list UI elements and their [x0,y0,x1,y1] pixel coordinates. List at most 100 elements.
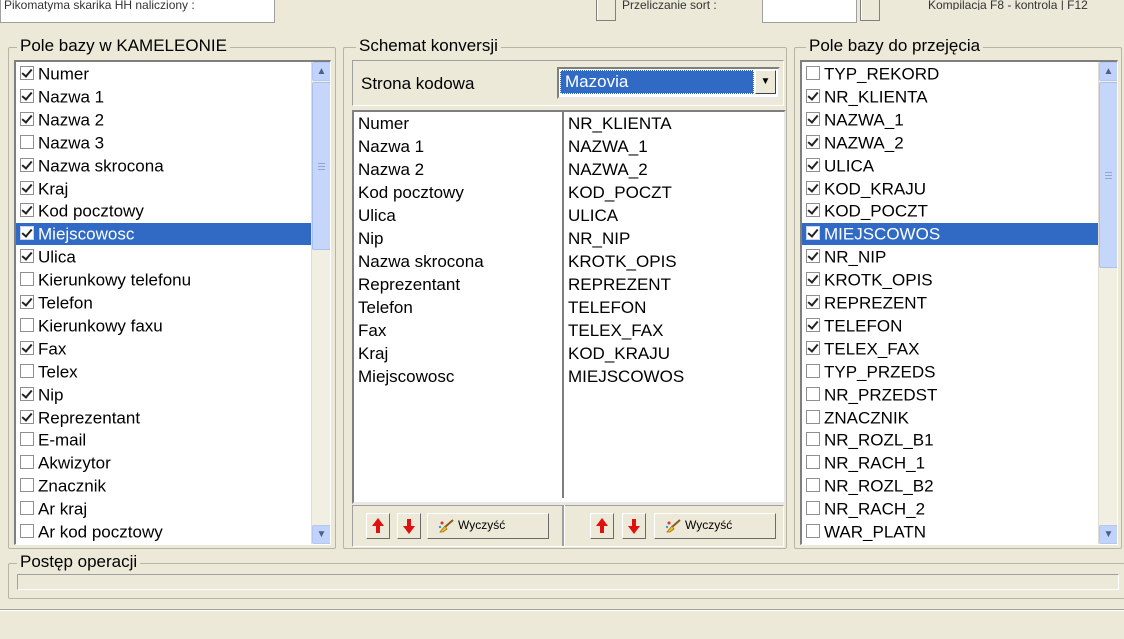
checkbox[interactable] [20,524,34,539]
checkbox[interactable] [806,478,820,493]
checkbox[interactable] [20,317,34,332]
mapping-field[interactable]: KOD_KRAJU [568,342,784,365]
list-item[interactable]: KOD_POCZT [802,200,1099,222]
kameleon-fields-list[interactable]: Numer Nazwa 1 Nazwa 2 Nazwa 3 Nazwa skrocona… [14,60,331,545]
mapping-field[interactable]: Kod pocztowy [358,181,564,204]
list-item[interactable]: ZNACZNIK [802,407,1099,429]
checkbox[interactable] [806,501,820,516]
source-clear-button[interactable]: Wyczyść [427,513,549,539]
list-item[interactable]: Akwizytor [16,452,312,474]
checkbox[interactable] [806,88,820,103]
list-item[interactable]: REPREZENT [802,292,1099,314]
checkbox[interactable] [806,432,820,447]
list-item[interactable]: ULICA [802,155,1099,177]
list-item[interactable]: TELEX_FAX [802,338,1099,360]
mapping-field[interactable]: Kraj [358,342,564,365]
list-item[interactable]: KROTK_OPIS [802,269,1099,291]
scroll-down-icon[interactable]: ▼ [312,525,330,544]
checkbox[interactable] [20,455,34,470]
list-item[interactable]: TYP_REKORD [802,63,1099,85]
checkbox[interactable] [806,180,820,195]
checkbox[interactable] [806,111,820,126]
mapping-field[interactable]: KROTK_OPIS [568,250,784,273]
list-item[interactable]: NR_RACH_1 [802,452,1099,474]
checkbox[interactable] [20,501,34,516]
list-item[interactable]: Fax [16,338,312,360]
checkbox[interactable] [20,66,34,81]
mapping-field[interactable]: NAZWA_2 [568,158,784,181]
scroll-thumb[interactable] [1099,82,1117,268]
mapping-field[interactable]: Nazwa 2 [358,158,564,181]
mapping-field[interactable]: Numer [358,112,564,135]
list-item[interactable]: NR_ROZL_B1 [802,429,1099,451]
checkbox[interactable] [20,88,34,103]
top-field-2[interactable] [762,0,857,23]
checkbox[interactable] [806,157,820,172]
mapping-field[interactable]: TELEFON [568,296,784,319]
source-move-up-button[interactable] [366,513,390,539]
list-item[interactable]: MIEJSCOWOS [802,223,1099,246]
checkbox[interactable] [806,295,820,310]
mapping-field[interactable]: KOD_POCZT [568,181,784,204]
checkbox[interactable] [20,203,34,218]
scroll-down-icon[interactable]: ▼ [1099,525,1117,544]
target-move-down-button[interactable] [622,513,646,539]
checkbox[interactable] [806,409,820,424]
list-item[interactable]: TELEFON [802,315,1099,337]
mapping-field[interactable]: Reprezentant [358,273,564,296]
checkbox[interactable] [806,249,820,264]
checkbox[interactable] [806,363,820,378]
scroll-up-icon[interactable]: ▲ [312,62,330,81]
codepage-combo[interactable]: Mazovia ▼ [557,67,780,99]
import-fields-list[interactable]: TYP_REKORD NR_KLIENTA NAZWA_1 NAZWA_2 ULICA K… [800,60,1118,545]
mapping-field[interactable]: Telefon [358,296,564,319]
checkbox[interactable] [20,340,34,355]
mapping-field[interactable]: TELEX_FAX [568,319,784,342]
scroll-up-icon[interactable]: ▲ [1099,62,1117,81]
target-clear-button[interactable]: Wyczyść [654,513,776,539]
checkbox[interactable] [20,180,34,195]
list-item[interactable]: Ar kraj [16,498,312,520]
list-item[interactable]: Nazwa 3 [16,132,312,154]
list-item[interactable]: Znacznik [16,475,312,497]
list-item[interactable]: NAZWA_1 [802,109,1099,131]
checkbox[interactable] [20,249,34,264]
mapping-field[interactable]: MIEJSCOWOS [568,365,784,388]
list-item[interactable]: E-mail [16,429,312,451]
list-item[interactable]: NR_ROZL_B2 [802,475,1099,497]
list-item[interactable]: Kierunkowy telefonu [16,269,312,291]
list-item[interactable]: NR_KLIENTA [802,86,1099,108]
mapping-field[interactable]: NR_NIP [568,227,784,250]
mapping-field[interactable]: Nazwa 1 [358,135,564,158]
checkbox[interactable] [20,363,34,378]
checkbox[interactable] [20,157,34,172]
target-move-up-button[interactable] [590,513,614,539]
list-item[interactable]: NR_NIP [802,246,1099,268]
list-item[interactable]: Kod pocztowy [16,200,312,222]
list-item[interactable]: Nazwa 2 [16,109,312,131]
vertical-scrollbar[interactable]: ▲ ▼ [1098,62,1117,544]
mapping-field[interactable]: NAZWA_1 [568,135,784,158]
checkbox[interactable] [806,340,820,355]
top-button-1[interactable] [596,0,616,21]
checkbox[interactable] [20,272,34,287]
top-button-2[interactable] [860,0,880,21]
checkbox[interactable] [20,111,34,126]
checkbox[interactable] [806,524,820,539]
list-item[interactable]: Reprezentant [16,407,312,429]
list-item[interactable]: Nazwa skrocona [16,155,312,177]
checkbox[interactable] [806,455,820,470]
checkbox[interactable] [20,226,34,241]
list-item[interactable]: Miejscowosc [16,223,312,246]
chevron-down-icon[interactable]: ▼ [755,70,776,94]
checkbox[interactable] [20,295,34,310]
list-item[interactable]: TYP_PRZEDS [802,361,1099,383]
list-item[interactable]: Nip [16,384,312,406]
checkbox[interactable] [806,226,820,241]
mapping-field[interactable]: Nip [358,227,564,250]
target-fields-list[interactable]: NR_KLIENTA NAZWA_1 NAZWA_2 KOD_POCZT ULICA NR… [564,112,784,498]
mapping-field[interactable]: ULICA [568,204,784,227]
checkbox[interactable] [806,317,820,332]
list-item[interactable]: Telefon [16,292,312,314]
checkbox[interactable] [20,134,34,149]
